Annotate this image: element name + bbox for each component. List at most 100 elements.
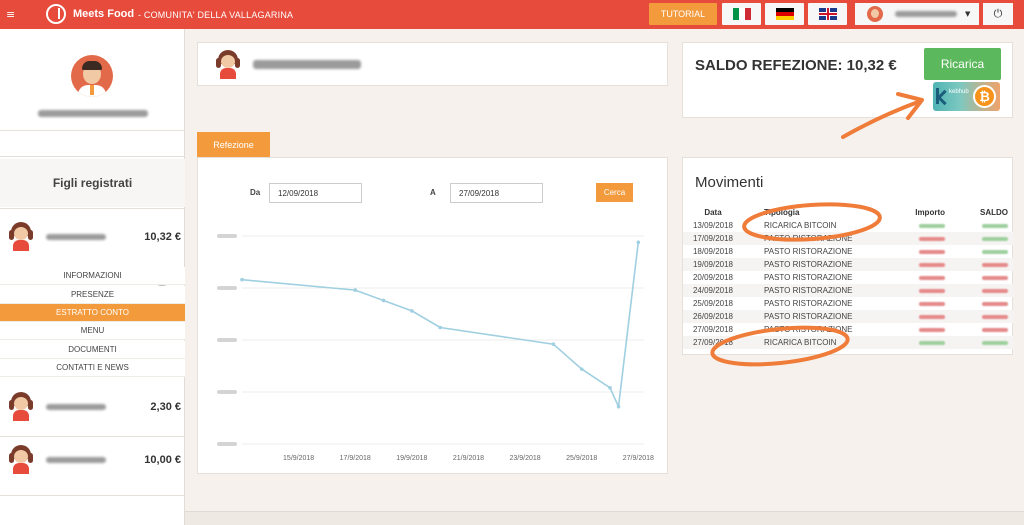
table-row: 13/09/2018 RICARICA BITCOIN	[683, 219, 1014, 232]
balance-title: SALDO REFEZIONE: 10,32 €	[695, 57, 897, 74]
table-row: 25/09/2018 PASTO RISTORAZIONE	[683, 297, 1014, 310]
row-date: 19/09/2018	[683, 258, 743, 271]
brand-name[interactable]: Meets Food	[73, 8, 134, 20]
menu-item-documenti[interactable]: DOCUMENTI	[0, 341, 185, 359]
row-type: PASTO RISTORAZIONE	[764, 325, 853, 334]
child-name-redacted	[46, 234, 106, 240]
footer-strip	[185, 511, 1024, 525]
menu-item-presenze[interactable]: PRESENZE	[0, 286, 185, 304]
child-balance: 10,32 €	[144, 231, 181, 243]
row-type: PASTO RISTORAZIONE	[743, 310, 878, 323]
tutorial-button[interactable]: TUTORIAL	[649, 3, 717, 25]
row-date: 20/09/2018	[692, 273, 734, 282]
sidebar: Figli registrati 10,32 € ︿ INFORMAZIONI …	[0, 29, 185, 525]
table-row: 20/09/2018 PASTO RISTORAZIONE	[683, 271, 1014, 284]
child-card[interactable]: 2,30 €	[0, 379, 185, 434]
y-tick-label-obscured	[217, 390, 237, 394]
language-italian-button[interactable]	[722, 3, 761, 25]
chart-card: Da 12/09/2018 A 27/09/2018 Cerca 15/9/20…	[197, 157, 668, 474]
badge-text: kebhub	[949, 89, 969, 95]
data-point[interactable]	[438, 325, 442, 330]
row-amount-redacted	[878, 310, 958, 323]
data-point[interactable]	[636, 240, 641, 245]
child-balance: 10,00 €	[144, 454, 181, 466]
menu-item-estratto-conto[interactable]: ESTRATTO CONTO	[0, 304, 185, 322]
x-tick-label: 27/9/2018	[623, 455, 654, 462]
row-balance-redacted	[958, 297, 1014, 310]
child-avatar-icon	[9, 392, 33, 422]
y-tick-label-obscured	[217, 442, 237, 446]
selected-child-header	[197, 42, 668, 86]
row-balance-redacted	[958, 245, 1014, 258]
germany-flag-icon	[775, 8, 794, 20]
row-amount-redacted	[878, 284, 958, 297]
row-balance-redacted	[958, 271, 1014, 284]
row-balance-redacted	[958, 310, 1014, 323]
table-row: 26/09/2018 PASTO RISTORAZIONE	[683, 310, 1014, 323]
x-tick-label: 23/9/2018	[510, 455, 541, 462]
menu-item-contatti-news[interactable]: CONTATTI E NEWS	[0, 359, 185, 377]
data-point[interactable]	[381, 298, 386, 303]
y-tick-label-obscured	[217, 286, 237, 290]
recharge-button[interactable]: Ricarica	[924, 48, 1001, 80]
data-point[interactable]	[410, 309, 414, 313]
table-row: 24/09/2018 PASTO RISTORAZIONE	[683, 284, 1014, 297]
data-point[interactable]	[551, 342, 556, 346]
menu-item-informazioni[interactable]: INFORMAZIONI	[0, 267, 185, 285]
child-avatar-icon	[216, 50, 240, 80]
row-date: 18/09/2018	[692, 247, 734, 256]
row-amount-redacted	[878, 336, 958, 349]
balance-card: SALDO REFEZIONE: 10,32 € Ricarica kebhub…	[682, 42, 1013, 118]
menu-item-menu[interactable]: MENU	[0, 322, 185, 340]
child-balance: 2,30 €	[150, 401, 181, 413]
data-point[interactable]	[616, 404, 621, 409]
language-german-button[interactable]	[765, 3, 804, 25]
user-name-redacted	[895, 11, 957, 17]
row-balance-redacted	[958, 323, 1014, 336]
row-date: 24/09/2018	[683, 284, 743, 297]
child-card[interactable]: 10,00 €	[0, 432, 185, 487]
row-type: PASTO RISTORAZIONE	[743, 284, 878, 297]
y-tick-label-obscured	[217, 338, 237, 342]
child-card[interactable]: 10,32 €	[0, 209, 185, 264]
row-date: 17/09/2018	[683, 232, 743, 245]
row-amount-redacted	[878, 232, 958, 245]
series-line	[241, 242, 640, 410]
data-point[interactable]	[240, 277, 244, 282]
data-point[interactable]	[353, 288, 358, 292]
row-date: 25/09/2018	[692, 299, 734, 308]
data-point[interactable]	[579, 367, 584, 371]
row-type: PASTO RISTORAZIONE	[764, 273, 853, 282]
row-amount-redacted	[878, 271, 958, 284]
parent-name-redacted	[38, 110, 148, 117]
avatar	[867, 6, 883, 22]
x-tick-label: 17/9/2018	[340, 455, 371, 462]
x-tick-label: 19/9/2018	[396, 455, 427, 462]
row-type: PASTO RISTORAZIONE	[764, 299, 853, 308]
power-icon: ⏻	[993, 7, 1003, 20]
tab-refezione[interactable]: Refezione	[197, 132, 270, 157]
hamburger-icon[interactable]: ≡	[6, 8, 15, 21]
row-balance-redacted	[958, 219, 1014, 232]
column-header-tipologia: Tipologia	[764, 208, 800, 217]
row-date: 27/09/2018	[683, 336, 743, 349]
bitcoin-recharge-badge[interactable]: kebhub ₿	[933, 82, 1000, 111]
logout-button[interactable]: ⏻	[983, 3, 1013, 25]
user-menu-dropdown[interactable]: ▼	[855, 3, 979, 25]
italy-flag-icon	[732, 8, 751, 20]
row-amount-redacted	[878, 297, 958, 310]
row-date: 26/09/2018	[683, 310, 743, 323]
child-name-redacted	[46, 457, 106, 463]
data-point[interactable]	[608, 386, 612, 390]
balance-line-chart: 15/9/2018 17/9/2018 19/9/2018 21/9/2018 23/9…	[217, 234, 654, 462]
row-date: 13/09/2018	[692, 221, 734, 230]
x-tick-label: 15/9/2018	[283, 455, 314, 462]
y-tick-label-obscured	[217, 234, 237, 238]
kebhub-logo-icon	[936, 88, 948, 104]
caret-down-icon: ▼	[965, 10, 971, 18]
row-amount-redacted	[878, 258, 958, 271]
child-avatar-icon	[9, 222, 33, 252]
row-amount-redacted	[878, 323, 958, 336]
column-header-data: Data	[704, 208, 722, 217]
language-english-button[interactable]	[808, 3, 847, 25]
